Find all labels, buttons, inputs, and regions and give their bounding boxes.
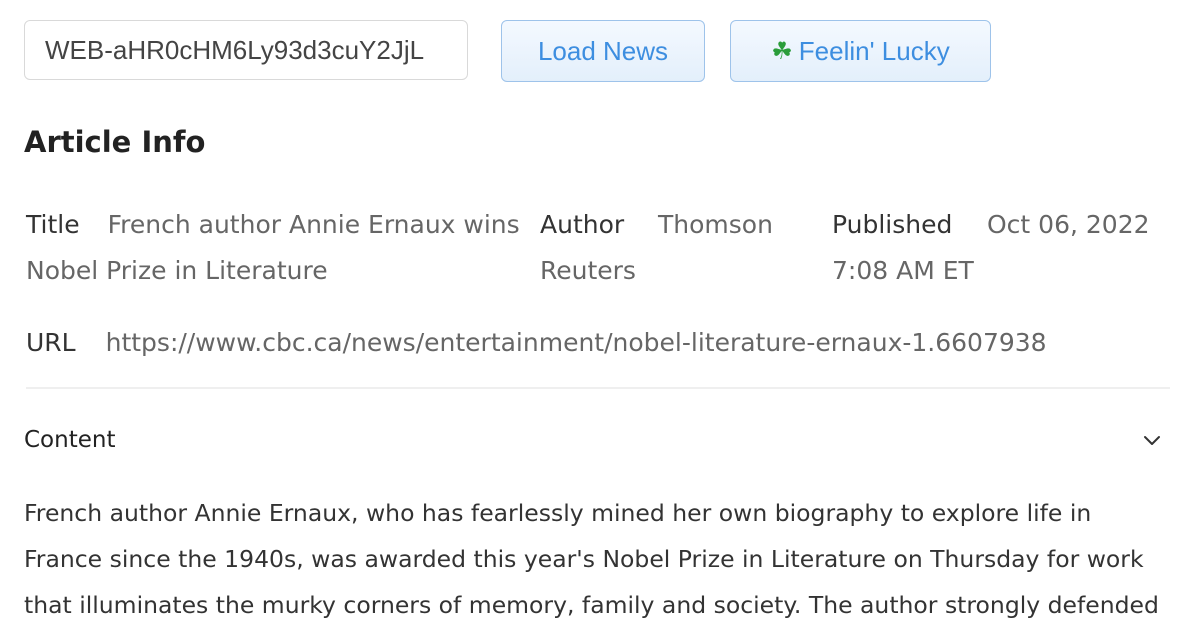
title-field: Title French author Annie Ernaux wins Nob… [26,202,531,294]
content-text: French author Annie Ernaux, who has fear… [24,499,1159,619]
published-time: 7:08 AM ET [832,256,974,285]
load-news-button[interactable]: Load News [501,20,705,82]
content-label: Content [24,427,116,453]
author-value: Thomson Reuters [540,202,800,294]
published-date: Oct 06, 2022 [987,210,1150,239]
url-value: https://www.cbc.ca/news/entertainment/no… [105,328,1047,357]
section-divider [26,387,1170,389]
load-news-label: Load News [537,35,669,66]
author-value-line1: Thomson [658,210,773,239]
content-collapse-header[interactable]: Content [24,418,1164,462]
url-label: URL [26,328,76,357]
published-value: Oct 06, 2022 7:08 AM ET [832,202,1172,294]
url-field: URL https://www.cbc.ca/news/entertainment… [26,320,1047,366]
article-info-heading: Article Info [24,125,206,159]
chevron-down-icon[interactable] [1140,428,1164,452]
clover-icon: ☘ [771,37,793,65]
feelin-lucky-label: Feelin' Lucky [798,35,950,66]
feelin-lucky-button[interactable]: ☘ Feelin' Lucky [730,20,991,82]
title-label: Title [26,210,80,239]
author-value-line2: Reuters [540,256,636,285]
title-value: French author Annie Ernaux wins Nobel Pr… [26,210,520,285]
news-id-input[interactable] [24,20,468,80]
toolbar: Load News ☘ Feelin' Lucky [24,20,1176,84]
